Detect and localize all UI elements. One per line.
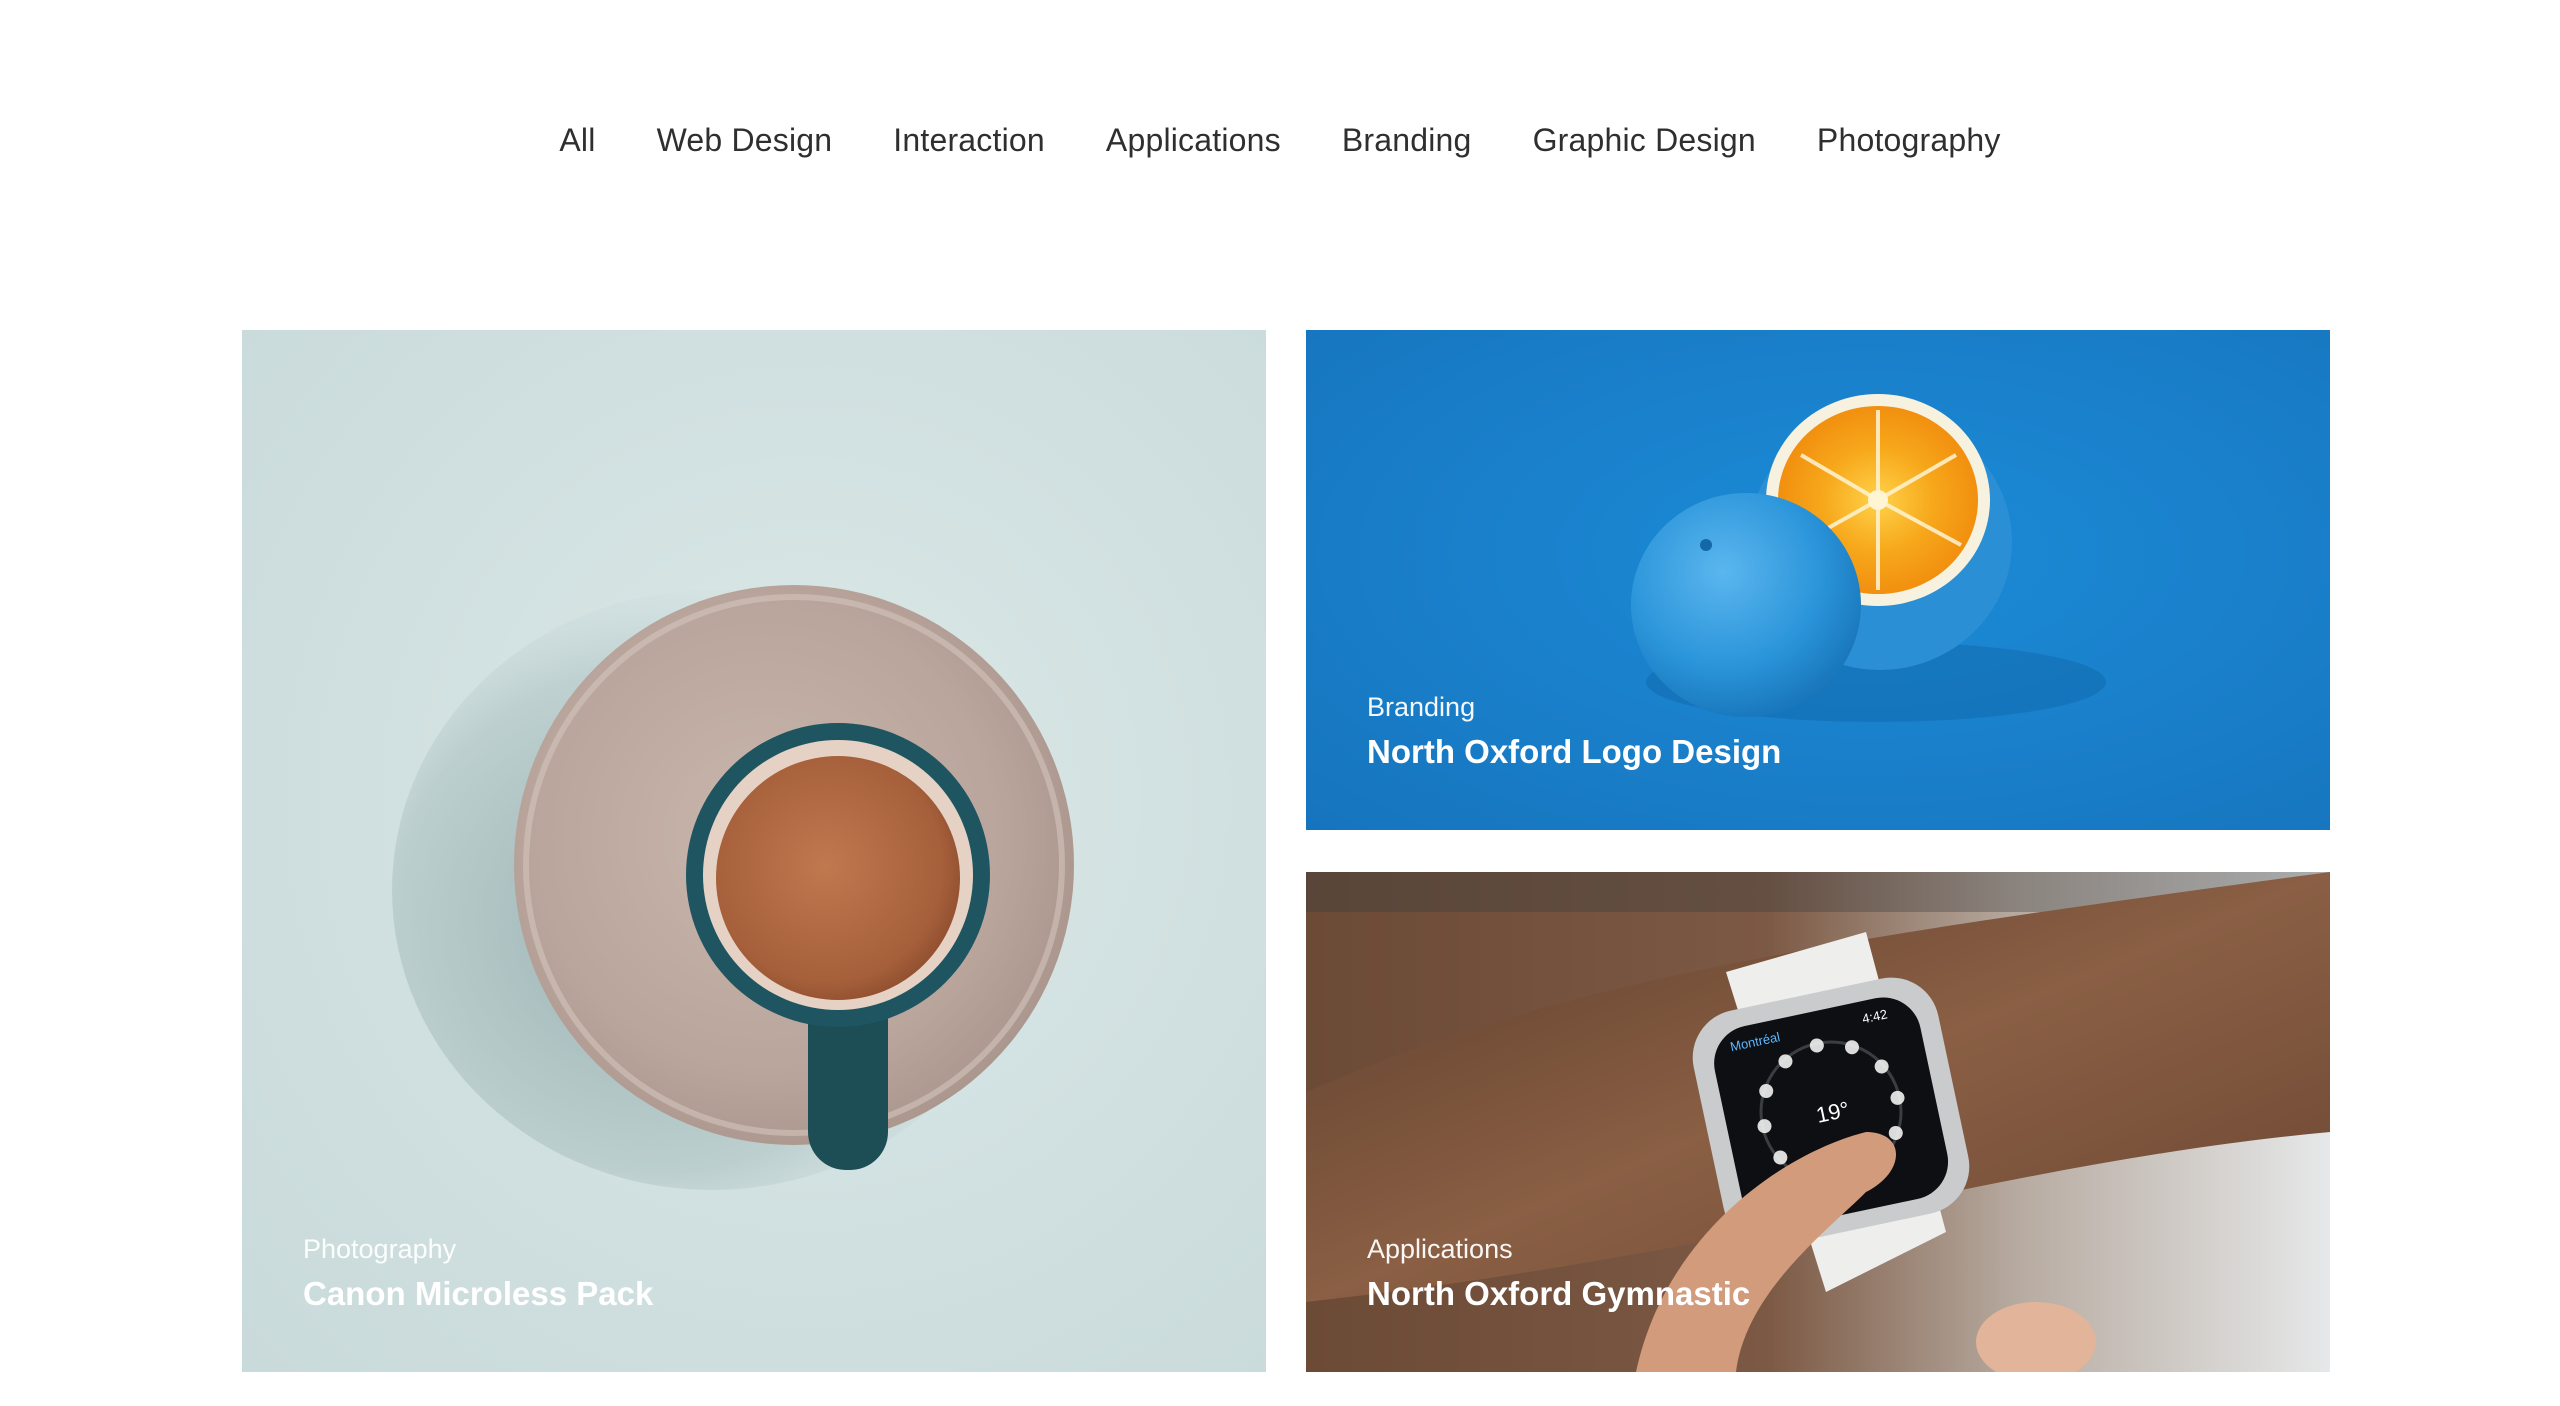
filter-all[interactable]: All: [559, 120, 595, 160]
filter-applications[interactable]: Applications: [1106, 120, 1281, 160]
filter-photography[interactable]: Photography: [1817, 120, 2001, 160]
filter-branding[interactable]: Branding: [1342, 120, 1472, 160]
filter-web-design[interactable]: Web Design: [657, 120, 833, 160]
portfolio-item-north-oxford-gymnastic[interactable]: Montréal 4:42 19° Applications North Oxf…: [1306, 872, 2330, 1372]
item-title[interactable]: North Oxford Gymnastic: [1367, 1272, 1750, 1316]
portfolio-filter-nav: All Web Design Interaction Applications …: [0, 120, 2560, 160]
item-category: Photography: [303, 1234, 457, 1264]
item-caption: Photography Canon Microless Pack: [303, 1232, 653, 1316]
portfolio-page: All Web Design Interaction Applications …: [0, 0, 2560, 1406]
item-title[interactable]: Canon Microless Pack: [303, 1272, 653, 1316]
portfolio-item-north-oxford-logo-design[interactable]: Branding North Oxford Logo Design: [1306, 330, 2330, 830]
item-category: Applications: [1367, 1234, 1513, 1264]
filter-interaction[interactable]: Interaction: [893, 120, 1045, 160]
portfolio-item-canon-microless-pack[interactable]: Photography Canon Microless Pack: [242, 330, 1266, 1372]
item-caption: Applications North Oxford Gymnastic: [1367, 1232, 1750, 1316]
item-category: Branding: [1367, 692, 1476, 722]
coffee-cup-photo: [392, 585, 1074, 1190]
item-title[interactable]: North Oxford Logo Design: [1367, 730, 1781, 774]
filter-graphic-design[interactable]: Graphic Design: [1533, 120, 1756, 160]
item-caption: Branding North Oxford Logo Design: [1367, 690, 1781, 774]
